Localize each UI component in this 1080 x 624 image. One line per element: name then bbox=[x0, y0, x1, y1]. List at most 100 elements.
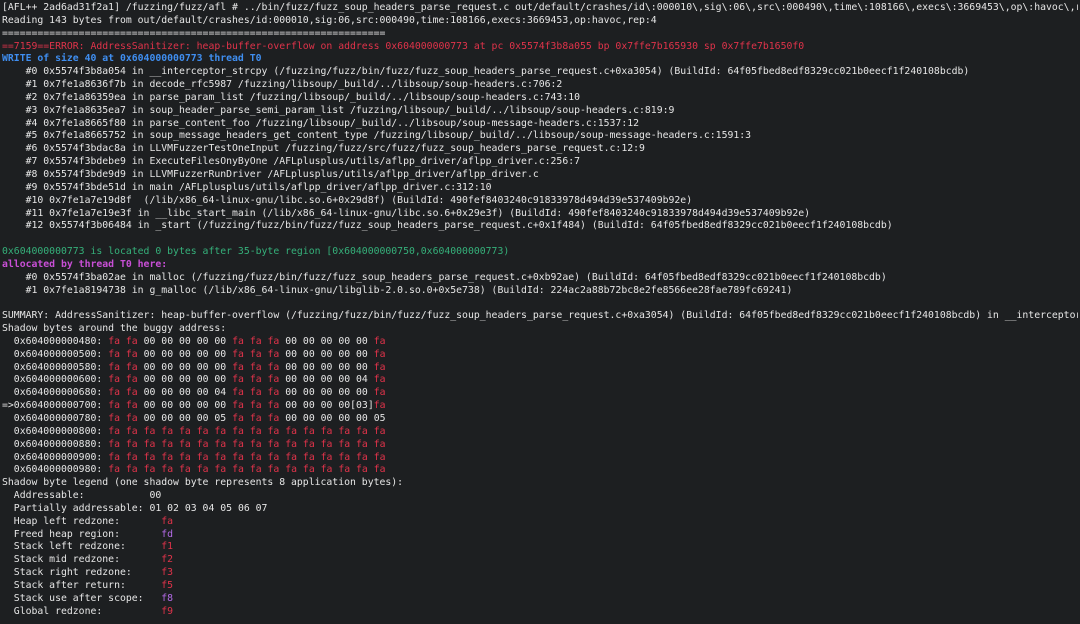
shadow-byte: fa bbox=[108, 413, 120, 424]
shadow-byte: fa bbox=[320, 425, 333, 437]
header-line: Reading 143 bytes from out/default/crash… bbox=[2, 14, 657, 26]
shadow-byte: fa bbox=[267, 348, 280, 360]
shadow-byte: 00 bbox=[161, 413, 174, 424]
shadow-row-marker bbox=[2, 413, 14, 424]
shadow-byte: fa bbox=[320, 438, 333, 450]
shadow-byte: fa bbox=[125, 400, 138, 412]
shadow-byte: fa bbox=[143, 438, 156, 450]
shadow-row-marker bbox=[2, 439, 14, 450]
shadow-row: 0x604000000980: fa fa fa fa fa fa fa fa … bbox=[2, 464, 1078, 477]
shadow-byte: 00 bbox=[196, 413, 209, 424]
shadow-byte: 00 bbox=[214, 374, 227, 386]
shadow-byte: fa bbox=[108, 374, 120, 386]
shadow-byte: fa bbox=[373, 335, 386, 347]
shadow-byte: fa bbox=[108, 451, 120, 463]
legend-entry: Stack right redzone: f3 bbox=[2, 567, 1078, 580]
shadow-byte: 00 bbox=[179, 374, 191, 386]
shadow-byte: fa bbox=[161, 425, 174, 437]
shadow-byte: 00 bbox=[196, 374, 209, 386]
shadow-byte: 00 bbox=[143, 361, 156, 373]
shadow-byte: 00 bbox=[179, 361, 191, 373]
stack-frame: #3 0x7fe1a8635ea7 in soup_header_parse_s… bbox=[2, 104, 675, 116]
shadow-byte: 00 bbox=[302, 387, 315, 399]
shadow-byte: 00 bbox=[338, 348, 351, 360]
shadow-row: 0x604000000480: fa fa 00 00 00 00 00 fa … bbox=[2, 336, 1078, 349]
shadow-byte: 00 bbox=[356, 348, 368, 360]
legend-entry: Stack left redzone: f1 bbox=[2, 541, 1078, 554]
shadow-byte: fa bbox=[267, 451, 280, 463]
stack-frame: #6 0x5574f3bdac8a in LLVMFuzzerTestOneIn… bbox=[2, 143, 645, 155]
shadow-byte: fa bbox=[249, 387, 262, 399]
shadow-byte: fa bbox=[179, 438, 191, 450]
shadow-byte: fa bbox=[125, 413, 138, 424]
shadow-byte: 00 bbox=[143, 348, 156, 360]
legend-entry: Freed heap region: fd bbox=[2, 529, 1078, 542]
shadow-byte: 00 bbox=[285, 348, 298, 360]
shadow-byte: 00 bbox=[285, 374, 298, 386]
shadow-byte: fa bbox=[125, 374, 138, 386]
shadow-byte: 00 bbox=[161, 361, 174, 373]
shadow-byte: fa bbox=[196, 464, 209, 476]
shadow-byte: fa bbox=[338, 425, 351, 437]
stack-frame: #1 0x7fe1a8636f7b in decode_rfc5987 /fuz… bbox=[2, 79, 563, 91]
terminal-window[interactable]: [AFL++ 2ad6ad31f2a1] /fuzzing/fuzz/afl #… bbox=[0, 0, 1080, 624]
shadow-byte-legend: Addressable: 00 Partially addressable: 0… bbox=[2, 490, 1078, 618]
shadow-row: 0x604000000600: fa fa 00 00 00 00 00 fa … bbox=[2, 374, 1078, 387]
shadow-row-address: 0x604000000980: bbox=[13, 464, 103, 476]
shadow-byte: fa bbox=[214, 425, 227, 437]
shadow-byte: fa bbox=[125, 361, 138, 373]
legend-entry: Partially addressable: 01 02 03 04 05 06… bbox=[2, 503, 1078, 516]
summary-line: SUMMARY: AddressSanitizer: heap-buffer-o… bbox=[2, 310, 1078, 322]
shadow-byte: 00 bbox=[356, 387, 368, 399]
shadow-byte: fa bbox=[267, 374, 280, 386]
alloc-stack-frame: #1 0x7fe1a8194738 in g_malloc (/lib/x86_… bbox=[2, 284, 793, 296]
shadow-row-address: 0x604000000500: bbox=[13, 348, 103, 360]
shadow-byte: fa bbox=[267, 425, 280, 437]
legend-label: Freed heap region: bbox=[2, 528, 162, 540]
shadow-byte: 00 bbox=[320, 413, 333, 424]
shadow-byte: fa bbox=[285, 464, 298, 476]
shadow-byte: fa bbox=[125, 387, 138, 399]
legend-label: Stack after return: bbox=[2, 579, 162, 591]
shadow-byte: fa bbox=[232, 400, 244, 412]
shadow-byte: fa bbox=[285, 451, 298, 463]
shadow-row-marker: => bbox=[2, 400, 14, 412]
shadow-row-address: 0x604000000580: bbox=[13, 361, 103, 373]
shadow-byte: fa bbox=[373, 400, 386, 412]
shadow-byte: fa bbox=[249, 348, 262, 360]
legend-entry: Stack after return: f5 bbox=[2, 580, 1078, 593]
stack-frame: #8 0x5574f3bde9d9 in LLVMFuzzerRunDriver… bbox=[2, 168, 539, 180]
shadow-byte: fa bbox=[232, 374, 244, 386]
write-info-line: WRITE of size 40 at 0x604000000773 threa… bbox=[2, 53, 262, 65]
shadow-byte: 00 bbox=[161, 387, 174, 399]
shadow-byte: fa bbox=[302, 438, 315, 450]
legend-code: f5 bbox=[161, 579, 174, 591]
header-line: ========================================… bbox=[2, 27, 386, 39]
shadow-byte: fa bbox=[232, 335, 244, 347]
shadow-byte: fa bbox=[232, 361, 244, 373]
header-line: [AFL++ 2ad6ad31f2a1] /fuzzing/fuzz/afl #… bbox=[2, 2, 1078, 13]
shadow-byte: 00 bbox=[302, 413, 315, 424]
shadow-byte: 05 bbox=[373, 413, 386, 424]
shadow-byte: fa bbox=[373, 464, 386, 476]
shadow-bytes-title: Shadow bytes around the buggy address: bbox=[2, 323, 227, 335]
shadow-byte: fa bbox=[285, 438, 298, 450]
shadow-byte: 00 bbox=[196, 348, 209, 360]
shadow-byte: fa bbox=[125, 438, 138, 450]
shadow-byte: fa bbox=[249, 335, 262, 347]
stack-frame: #12 0x5574f3b06484 in _start (/fuzzing/f… bbox=[2, 220, 893, 232]
stack-frame: #2 0x7fe1a86359ea in parse_param_list /f… bbox=[2, 91, 581, 103]
shadow-byte: 00 bbox=[179, 348, 191, 360]
shadow-row-marker bbox=[2, 426, 14, 437]
stack-frame: #5 0x7fe1a8665752 in soup_message_header… bbox=[2, 130, 752, 142]
shadow-byte: fa bbox=[338, 438, 351, 450]
legend-label: Stack right redzone: bbox=[2, 567, 162, 579]
shadow-byte: fa bbox=[373, 425, 386, 437]
shadow-byte: 00 bbox=[302, 361, 315, 373]
shadow-byte: 00 bbox=[320, 374, 333, 386]
stack-frame: #9 0x5574f3bde51d in main /AFLplusplus/u… bbox=[2, 181, 492, 193]
shadow-row-marker bbox=[2, 374, 14, 385]
legend-entry: Global redzone: f9 bbox=[2, 606, 1078, 619]
shadow-byte: fa bbox=[320, 451, 333, 463]
